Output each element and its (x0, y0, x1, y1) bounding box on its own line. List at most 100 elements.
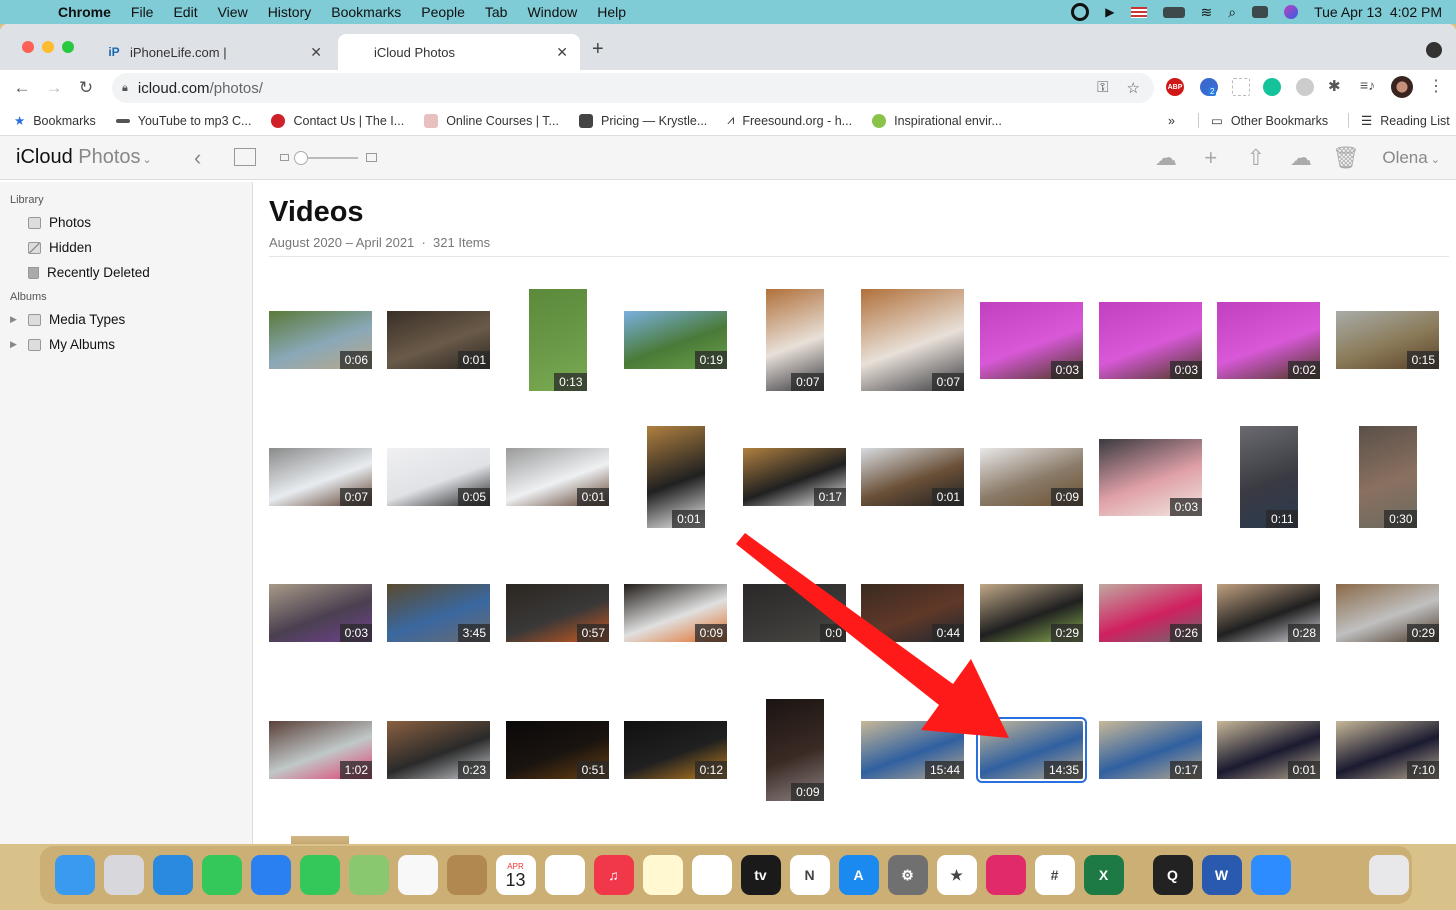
new-tab-button[interactable]: + (592, 38, 604, 61)
video-thumbnail[interactable]: 0:57 (506, 584, 609, 642)
forward-button[interactable]: → (38, 78, 70, 98)
clock[interactable]: Tue Apr 13 4:02 PM (1314, 4, 1442, 20)
video-thumbnail[interactable]: 1:02 (269, 721, 372, 779)
video-thumbnail[interactable]: 7:10 (1336, 721, 1439, 779)
slider-knob[interactable] (294, 151, 308, 165)
bookmark-online-courses[interactable]: Online Courses | T... (424, 113, 559, 128)
video-thumbnail[interactable]: 3:45 (387, 584, 490, 642)
reload-button[interactable]: ↻ (70, 78, 102, 98)
video-thumbnail[interactable]: 0:01 (1217, 721, 1320, 779)
mail-dock-icon[interactable] (250, 855, 291, 895)
quicktime-dock-icon[interactable]: Q (1152, 855, 1193, 895)
tab-iphonelife[interactable]: iP iPhoneLife.com | ✕ (94, 34, 334, 70)
news-dock-icon[interactable]: N (789, 855, 830, 895)
menu-help[interactable]: Help (597, 4, 626, 20)
notes-dock-icon[interactable] (642, 855, 683, 895)
launchpad-dock-icon[interactable] (103, 855, 144, 895)
media-control-icon[interactable]: ≡♪ (1360, 77, 1378, 95)
video-thumbnail[interactable]: 0:28 (1217, 584, 1320, 642)
close-window-button[interactable] (22, 41, 34, 53)
video-thumbnail[interactable]: 0:26 (1099, 584, 1202, 642)
profile-avatar[interactable] (1391, 76, 1413, 98)
maximize-window-button[interactable] (62, 41, 74, 53)
bookmark-star-icon[interactable]: ☆ (1127, 79, 1140, 97)
password-key-icon[interactable]: ⚿ (1097, 79, 1108, 97)
bookmark-contact-us[interactable]: Contact Us | The I... (271, 113, 404, 128)
video-thumbnail[interactable]: 0:29 (980, 584, 1083, 642)
calendar-dock-icon[interactable]: APR 13 (495, 855, 536, 895)
video-thumbnail[interactable]: 0:07 (765, 289, 824, 391)
slack-dock-icon[interactable]: # (1034, 855, 1075, 895)
menu-view[interactable]: View (218, 4, 248, 20)
video-thumbnail[interactable]: 0:03 (1099, 438, 1202, 516)
lock-icon[interactable]: 🔒︎ (122, 82, 128, 95)
sidebar-toggle-icon[interactable] (234, 148, 256, 166)
system-preferences-dock-icon[interactable]: ⚙ (887, 855, 928, 895)
sidebar-item-media-types[interactable]: ▶ Media Types (0, 307, 252, 332)
menu-window[interactable]: Window (527, 4, 577, 20)
video-thumbnail[interactable]: 0:03 (980, 301, 1083, 379)
spotlight-icon[interactable]: ⌕ (1228, 4, 1236, 21)
messages-dock-icon[interactable] (201, 855, 242, 895)
bookmark-pricing[interactable]: Pricing — Krystle... (578, 113, 707, 128)
reading-list[interactable]: ☰ Reading List (1348, 113, 1450, 128)
back-button[interactable]: ← (6, 78, 38, 98)
extension-icon[interactable] (1232, 78, 1250, 96)
word-dock-icon[interactable]: W (1201, 855, 1242, 895)
app-store-dock-icon[interactable]: A (838, 855, 879, 895)
trash-icon[interactable]: 🗑︎ (1323, 145, 1368, 171)
music-dock-icon[interactable]: ♫ (593, 855, 634, 895)
chrome-menu-icon[interactable]: ⋮ (1428, 76, 1446, 95)
menu-history[interactable]: History (268, 4, 312, 20)
safari-dock-icon[interactable] (152, 855, 193, 895)
control-center-icon[interactable] (1252, 6, 1269, 18)
wifi-icon[interactable]: ≋ (1201, 4, 1213, 21)
video-thumbnail[interactable]: 0:0 (743, 584, 846, 642)
video-thumbnail[interactable]: 0:07 (269, 448, 372, 506)
bookmark-freesound[interactable]: ⩘ Freesound.org - h... (727, 113, 852, 128)
siri-icon[interactable] (1284, 5, 1299, 19)
video-thumbnail[interactable]: 0:01 (861, 448, 964, 506)
video-thumbnail[interactable]: 0:03 (269, 584, 372, 642)
bookmark-inspirational[interactable]: Inspirational envir... (872, 113, 1002, 128)
facetime-dock-icon[interactable] (299, 855, 340, 895)
maps-dock-icon[interactable] (348, 855, 389, 895)
video-thumbnail[interactable]: 0:11 (1239, 426, 1298, 528)
disclosure-triangle-icon[interactable]: ▶ (10, 314, 17, 325)
extension-grey-icon[interactable] (1296, 78, 1314, 96)
slider-track[interactable] (302, 157, 358, 159)
video-thumbnail[interactable]: 0:09 (980, 448, 1083, 506)
video-thumbnail[interactable]: 0:09 (765, 699, 824, 801)
menu-people[interactable]: People (421, 4, 465, 20)
adblock-extension-icon[interactable]: ABP (1166, 78, 1184, 96)
menu-app-name[interactable]: Chrome (58, 4, 111, 20)
back-chevron-icon[interactable]: ‹ (194, 145, 201, 171)
video-thumbnail[interactable]: 0:03 (1099, 301, 1202, 379)
video-thumbnail[interactable]: 0:01 (646, 426, 705, 528)
menu-file[interactable]: File (131, 4, 154, 20)
app-title-menu[interactable]: iCloud Photos ⌄ (16, 146, 152, 169)
tab-search-icon[interactable] (1426, 42, 1442, 58)
video-thumbnail[interactable]: 0:19 (624, 311, 727, 369)
extension-badge-icon[interactable]: 2 (1200, 78, 1218, 96)
video-thumbnail[interactable]: 0:05 (387, 448, 490, 506)
contacts-dock-icon[interactable] (446, 855, 487, 895)
zoom-dock-icon[interactable] (1250, 855, 1291, 895)
rabbit-app-dock-icon[interactable] (1320, 855, 1360, 895)
video-thumbnail[interactable]: 0:15 (1336, 311, 1439, 369)
video-thumbnail[interactable]: 0:51 (506, 721, 609, 779)
close-tab-icon[interactable]: ✕ (310, 44, 322, 61)
battery-icon[interactable] (1162, 6, 1185, 18)
close-tab-icon[interactable]: ✕ (556, 44, 568, 61)
video-thumbnail[interactable]: 14:35 (976, 717, 1087, 783)
download-icon[interactable]: ☁︎ (1278, 145, 1323, 171)
play-icon[interactable]: ▶ (1105, 5, 1114, 19)
disclosure-triangle-icon[interactable]: ▶ (10, 339, 17, 350)
screen-record-icon[interactable] (1071, 3, 1090, 21)
video-thumbnail[interactable]: 15:44 (861, 721, 964, 779)
add-icon[interactable]: + (1188, 145, 1233, 171)
us-flag-icon[interactable] (1130, 6, 1147, 18)
sidebar-item-recently-deleted[interactable]: Recently Deleted (0, 260, 252, 285)
video-thumbnail[interactable]: 0:23 (387, 721, 490, 779)
video-thumbnail[interactable]: 0:17 (1099, 721, 1202, 779)
